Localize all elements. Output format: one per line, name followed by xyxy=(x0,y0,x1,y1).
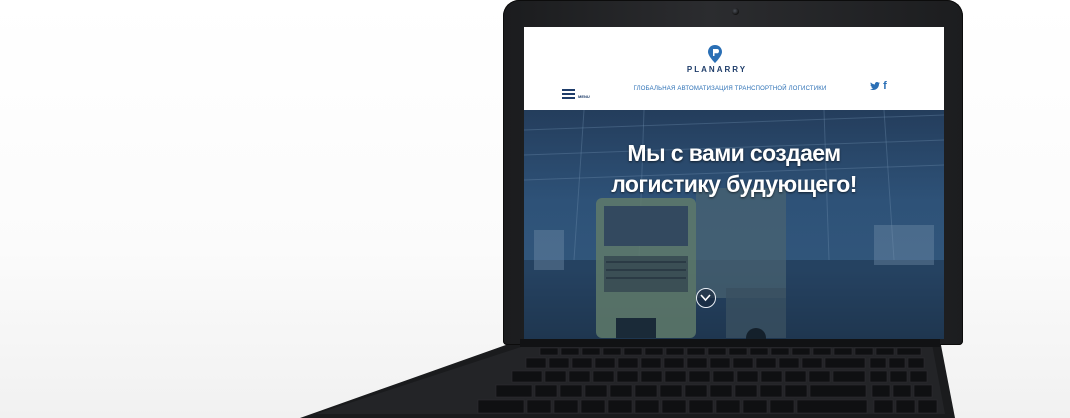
chevron-down-icon xyxy=(700,294,711,302)
menu-label[interactable]: MENU xyxy=(578,94,590,99)
hero-title-line2: логистику будующего! xyxy=(611,171,857,197)
hero-title-line1: Мы с вами создаем xyxy=(627,140,841,166)
logo-text[interactable]: PLANARRY xyxy=(674,65,760,74)
planarry-logo-icon[interactable] xyxy=(708,45,722,63)
site-header: PLANARRY MENU ГЛОБАЛЬНАЯ АВТОМАТИЗАЦИЯ Т… xyxy=(524,27,944,110)
hero-title: Мы с вами создаем логистику будующего! xyxy=(564,138,904,200)
laptop-base xyxy=(300,340,955,418)
hamburger-menu-icon[interactable] xyxy=(562,89,575,101)
scroll-down-button[interactable] xyxy=(696,288,716,308)
hero-section: Мы с вами создаем логистику будующего! xyxy=(524,110,944,339)
laptop-screen: PLANARRY MENU ГЛОБАЛЬНАЯ АВТОМАТИЗАЦИЯ Т… xyxy=(524,27,944,339)
laptop-lid: PLANARRY MENU ГЛОБАЛЬНАЯ АВТОМАТИЗАЦИЯ Т… xyxy=(503,0,963,345)
twitter-icon[interactable] xyxy=(870,81,880,91)
site-tagline: ГЛОБАЛЬНАЯ АВТОМАТИЗАЦИЯ ТРАНСПОРТНОЙ ЛО… xyxy=(633,86,827,92)
facebook-icon[interactable]: f xyxy=(883,80,887,92)
truck-illustration xyxy=(596,188,786,339)
webcam-icon xyxy=(732,8,739,15)
social-links: f xyxy=(870,80,890,92)
laptop-hinge xyxy=(520,339,940,347)
